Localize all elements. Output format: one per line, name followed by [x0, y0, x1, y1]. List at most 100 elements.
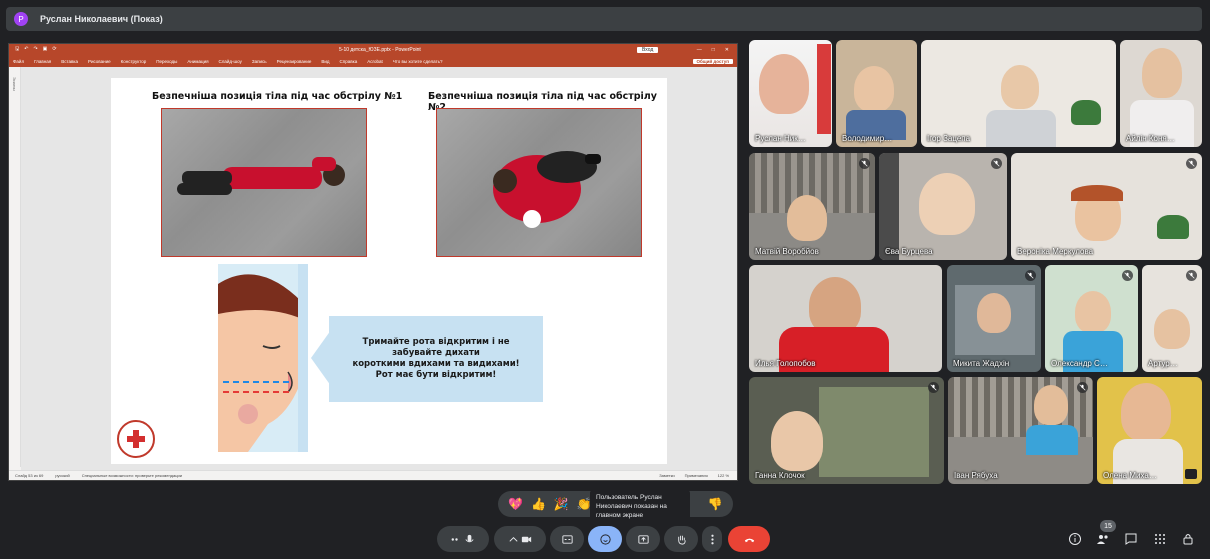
more-actions-button[interactable] — [702, 526, 722, 552]
participant-tile[interactable]: Олександр С… — [1045, 265, 1138, 372]
ppt-tab-file: Файл — [13, 59, 25, 64]
participant-tile[interactable]: Артур… — [1142, 265, 1202, 372]
callout-line: забувайте дихати — [392, 348, 480, 358]
chat-button[interactable] — [1122, 530, 1140, 548]
ppt-thumbnails-pane: Эскизы — [9, 67, 21, 467]
ppt-tab-view: Вид — [321, 59, 330, 64]
participant-tile[interactable]: Ганна Клочок — [749, 377, 944, 484]
captions-button[interactable] — [550, 526, 584, 552]
ppt-tab-home: Главная — [34, 59, 52, 64]
mic-off-icon — [928, 382, 939, 393]
participant-name: Артур… — [1148, 359, 1178, 368]
grid-icon — [1155, 534, 1165, 544]
ppt-tell-me: Что вы хотите сделать? — [392, 59, 443, 64]
lock-person-icon — [1183, 534, 1193, 545]
ppt-language: русский — [55, 473, 70, 478]
ppt-slide-counter: Слайд 53 из 69 — [15, 473, 44, 478]
close-icon: ✕ — [724, 47, 729, 53]
callout-line: короткими вдихами та видихами! — [352, 359, 520, 369]
minimize-icon: — — [696, 47, 702, 53]
vertical-dots-icon — [710, 534, 714, 544]
leave-call-button[interactable] — [728, 526, 770, 552]
camera-icon — [521, 536, 532, 542]
ppt-thumbnails-label: Эскизы — [12, 77, 17, 91]
participant-tile[interactable]: Іван Рябуха — [948, 377, 1093, 484]
ppt-tab-acrobat: Acrobat — [367, 59, 383, 64]
ppt-ribbon-tabs: Файл Главная Вставка Рисование Конструкт… — [9, 56, 737, 67]
participant-tile[interactable]: Айлін Коня… — [1120, 40, 1202, 147]
present-screen-icon — [1185, 469, 1197, 479]
camera-button[interactable] — [494, 526, 546, 552]
participant-name: Володимир… — [842, 134, 893, 143]
participant-name: Руслан Ник… — [755, 134, 806, 143]
raise-hand-button[interactable] — [664, 526, 698, 552]
reaction-party-button[interactable]: 🎉 — [554, 497, 569, 511]
participant-name: Ганна Клочок — [755, 471, 805, 480]
presenting-bar: Р Руслан Николаевич (Показ) — [6, 7, 1202, 31]
photo-position-2 — [436, 108, 642, 257]
emoji-button[interactable] — [588, 526, 622, 552]
people-button[interactable] — [1094, 530, 1112, 548]
present-button[interactable] — [626, 526, 660, 552]
participant-tile[interactable]: Матвій Воробйов — [749, 153, 875, 260]
meeting-info-button[interactable] — [1066, 530, 1084, 548]
ppt-filename: 5-10 детска_ЮЗЕ.pptx - PowerPoint — [339, 47, 421, 53]
slide-heading-1: Безпечніша позиція тіла під час обстрілу… — [152, 91, 403, 102]
maximize-icon: □ — [711, 47, 715, 53]
participant-name: Єва Бурцева — [885, 247, 933, 256]
people-icon — [1097, 535, 1108, 544]
callout-box: Тримайте рота відкритим і не забувайте д… — [329, 316, 543, 402]
presenter-toast: Пользователь Руслан Николаевич показан н… — [590, 490, 690, 524]
ppt-slide-area: Безпечніша позиція тіла під час обстрілу… — [21, 67, 737, 472]
shared-screen-powerpoint: 🖫 ↶ ↷ ▣ ⟳ 5-10 детска_ЮЗЕ.pptx - PowerPo… — [8, 43, 738, 481]
ppt-quick-access: 🖫 ↶ ↷ ▣ ⟳ — [15, 46, 57, 54]
red-cross-logo — [117, 420, 155, 458]
participant-name: Олена Миха… — [1103, 471, 1157, 480]
hang-up-icon — [744, 538, 754, 542]
participant-tile[interactable]: Єва Бурцева — [879, 153, 1007, 260]
reaction-thumbsdown-button[interactable]: 👎 — [708, 497, 723, 511]
ppt-tab-review: Рецензирование — [276, 59, 312, 64]
more-options-button[interactable] — [437, 526, 489, 552]
mic-off-icon — [1186, 270, 1197, 281]
participant-tile[interactable]: Вероніка Меркулова — [1011, 153, 1202, 260]
participant-tile[interactable]: Микита Жадхін — [947, 265, 1041, 372]
participant-tile[interactable]: Олена Миха… — [1097, 377, 1202, 484]
participant-tile[interactable]: Володимир… — [836, 40, 917, 147]
ppt-tab-animation: Анимация — [187, 59, 209, 64]
participant-name: Микита Жадхін — [953, 359, 1010, 368]
ppt-zoom-level: 122 % — [717, 473, 729, 478]
dots-icon — [451, 537, 458, 541]
participant-name: Вероніка Меркулова — [1017, 247, 1094, 256]
smiley-icon — [599, 533, 611, 545]
participant-name: Ігор Зацепа — [927, 134, 971, 143]
participant-tile[interactable]: Руслан Ник… — [749, 40, 832, 147]
ppt-tab-insert: Вставка — [61, 59, 78, 64]
activities-button[interactable] — [1151, 530, 1169, 548]
callout-arrow — [311, 330, 331, 386]
mic-off-icon — [1025, 270, 1036, 281]
captions-icon — [561, 534, 573, 544]
host-controls-button[interactable] — [1179, 530, 1197, 548]
ppt-tab-record: Запись — [251, 59, 267, 64]
hand-icon — [677, 535, 686, 545]
participant-tile[interactable]: Ігор Зацепа — [921, 40, 1116, 147]
ppt-title-bar: 🖫 ↶ ↷ ▣ ⟳ 5-10 детска_ЮЗЕ.pptx - PowerPo… — [9, 44, 737, 56]
participant-name: Іван Рябуха — [954, 471, 998, 480]
ppt-tab-draw: Рисование — [87, 59, 111, 64]
mic-off-icon — [1077, 382, 1088, 393]
ppt-accessibility: Специальные возможности: проверьте реком… — [81, 473, 182, 478]
save-icon: 🖫 — [15, 46, 20, 52]
chevron-up-icon — [509, 536, 518, 542]
participant-tile[interactable]: Илья Голопобов — [749, 265, 942, 372]
reaction-thumbsup-button[interactable]: 👍 — [531, 497, 546, 511]
reaction-heart-button[interactable]: 💖 — [508, 497, 523, 511]
mic-icon — [465, 534, 474, 542]
undo-icon: ↶ — [24, 46, 29, 52]
mic-off-icon — [1186, 158, 1197, 169]
info-icon — [1069, 533, 1081, 545]
ppt-tab-help: Справка — [339, 59, 358, 64]
mic-off-icon — [859, 158, 870, 169]
participant-name: Айлін Коня… — [1126, 134, 1175, 143]
autosave-icon: ⟳ — [52, 46, 57, 52]
